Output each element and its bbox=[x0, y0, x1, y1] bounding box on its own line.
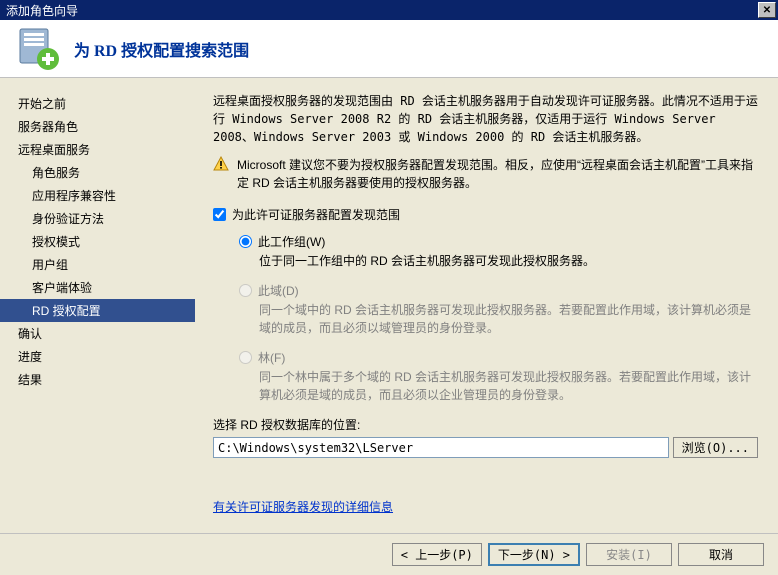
radio-forest-desc: 同一个林中属于多个域的 RD 会话主机服务器可发现此授权服务器。若要配置此作用域… bbox=[259, 368, 758, 404]
sidebar-item-6[interactable]: 授权模式 bbox=[0, 230, 195, 253]
sidebar-item-1[interactable]: 服务器角色 bbox=[0, 115, 195, 138]
radio-workgroup: 此工作组(W) 位于同一工作组中的 RD 会话主机服务器可发现此授权服务器。 bbox=[239, 233, 758, 270]
next-button[interactable]: 下一步(N) > bbox=[488, 543, 580, 566]
install-button: 安装(I) bbox=[586, 543, 672, 566]
wizard-footer: < 上一步(P) 下一步(N) > 安装(I) 取消 bbox=[0, 533, 778, 575]
warning-icon bbox=[213, 156, 229, 172]
radio-domain-input bbox=[239, 284, 252, 297]
sidebar-item-8[interactable]: 客户端体验 bbox=[0, 276, 195, 299]
titlebar: 添加角色向导 ✕ bbox=[0, 0, 778, 20]
sidebar-item-7[interactable]: 用户组 bbox=[0, 253, 195, 276]
sidebar-item-2[interactable]: 远程桌面服务 bbox=[0, 138, 195, 161]
db-path-input[interactable] bbox=[213, 437, 669, 458]
radio-group: 此工作组(W) 位于同一工作组中的 RD 会话主机服务器可发现此授权服务器。 此… bbox=[239, 233, 758, 404]
sidebar-item-5[interactable]: 身份验证方法 bbox=[0, 207, 195, 230]
wizard-header: 为 RD 授权配置搜索范围 bbox=[0, 20, 778, 78]
radio-domain-label: 此域(D) bbox=[258, 282, 299, 299]
warning-text: Microsoft 建议您不要为授权服务器配置发现范围。相反，应使用“远程桌面会… bbox=[237, 156, 758, 192]
browse-button[interactable]: 浏览(O)... bbox=[673, 437, 758, 458]
close-icon: ✕ bbox=[763, 5, 771, 16]
warning-row: Microsoft 建议您不要为授权服务器配置发现范围。相反，应使用“远程桌面会… bbox=[213, 156, 758, 192]
radio-domain-desc: 同一个域中的 RD 会话主机服务器可发现此授权服务器。若要配置此作用域，该计算机… bbox=[259, 301, 758, 337]
page-title: 为 RD 授权配置搜索范围 bbox=[74, 37, 249, 61]
wizard-icon bbox=[14, 25, 62, 73]
radio-forest-input bbox=[239, 351, 252, 364]
close-button[interactable]: ✕ bbox=[758, 2, 776, 18]
window-title: 添加角色向导 bbox=[6, 2, 78, 19]
cancel-button[interactable]: 取消 bbox=[678, 543, 764, 566]
more-info-link[interactable]: 有关许可证服务器发现的详细信息 bbox=[213, 498, 393, 515]
sidebar-item-4[interactable]: 应用程序兼容性 bbox=[0, 184, 195, 207]
radio-workgroup-label: 此工作组(W) bbox=[258, 233, 325, 250]
radio-workgroup-desc: 位于同一工作组中的 RD 会话主机服务器可发现此授权服务器。 bbox=[259, 252, 758, 270]
sidebar-item-0[interactable]: 开始之前 bbox=[0, 92, 195, 115]
sidebar-item-10[interactable]: 确认 bbox=[0, 322, 195, 345]
intro-text: 远程桌面授权服务器的发现范围由 RD 会话主机服务器用于自动发现许可证服务器。此… bbox=[213, 92, 758, 146]
radio-forest-label: 林(F) bbox=[258, 349, 285, 366]
scope-checkbox-row: 为此许可证服务器配置发现范围 bbox=[213, 206, 758, 223]
db-path-row: 浏览(O)... bbox=[213, 437, 758, 458]
prev-button[interactable]: < 上一步(P) bbox=[392, 543, 482, 566]
sidebar-item-9[interactable]: RD 授权配置 bbox=[0, 299, 195, 322]
sidebar-item-12[interactable]: 结果 bbox=[0, 368, 195, 391]
content-pane: 远程桌面授权服务器的发现范围由 RD 会话主机服务器用于自动发现许可证服务器。此… bbox=[195, 78, 778, 533]
db-path-label: 选择 RD 授权数据库的位置: bbox=[213, 416, 758, 433]
sidebar-item-3[interactable]: 角色服务 bbox=[0, 161, 195, 184]
sidebar-item-11[interactable]: 进度 bbox=[0, 345, 195, 368]
radio-domain: 此域(D) 同一个域中的 RD 会话主机服务器可发现此授权服务器。若要配置此作用… bbox=[239, 282, 758, 337]
radio-workgroup-input[interactable] bbox=[239, 235, 252, 248]
scope-checkbox[interactable] bbox=[213, 208, 226, 221]
radio-forest: 林(F) 同一个林中属于多个域的 RD 会话主机服务器可发现此授权服务器。若要配… bbox=[239, 349, 758, 404]
wizard-body: 开始之前服务器角色远程桌面服务角色服务应用程序兼容性身份验证方法授权模式用户组客… bbox=[0, 78, 778, 533]
scope-checkbox-label: 为此许可证服务器配置发现范围 bbox=[232, 206, 400, 223]
sidebar: 开始之前服务器角色远程桌面服务角色服务应用程序兼容性身份验证方法授权模式用户组客… bbox=[0, 78, 195, 533]
